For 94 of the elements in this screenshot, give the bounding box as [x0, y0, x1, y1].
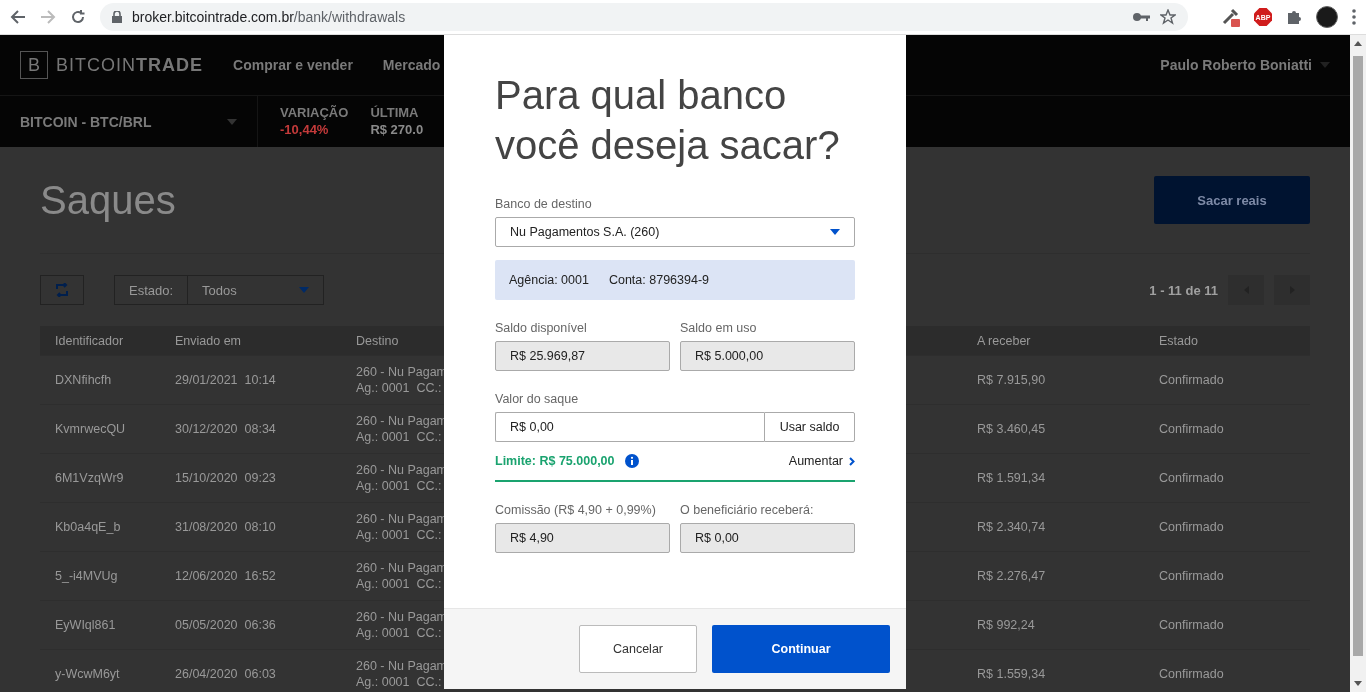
caret-icon — [299, 287, 309, 293]
field-label: Comissão (R$ 4,90 + 0,99%) — [495, 503, 657, 517]
table-cell: Confirmado — [1159, 422, 1224, 436]
nav-link[interactable]: Comprar e vender — [233, 57, 353, 73]
scrollbar[interactable] — [1350, 35, 1366, 692]
limit-text: Limite: R$ 75.000,00 — [495, 454, 615, 468]
withdraw-button[interactable]: Sacar reais — [1154, 176, 1310, 224]
table-cell: Ag.: 0001 CC.: — [356, 626, 442, 640]
table-cell: R$ 2.276,47 — [977, 569, 1046, 583]
status-filter[interactable]: Estado: Todos — [114, 275, 324, 305]
field-label: O beneficiário receberá: — [680, 503, 815, 517]
readonly-field: R$ 5.000,00 — [680, 341, 855, 371]
column-header: Destino — [356, 333, 399, 348]
dialog-title: Para qual banco você deseja sacar? — [495, 72, 841, 169]
table-cell: 26/04/2020 06:03 — [175, 667, 276, 681]
table-cell: 15/10/2020 09:23 — [175, 471, 276, 485]
stat-value: R$ 270.0 — [370, 122, 424, 137]
amount-field[interactable]: R$ 0,00 — [495, 412, 764, 442]
page-title: Saques — [40, 177, 176, 223]
chevron-right-icon — [849, 456, 855, 466]
table-cell: Ag.: 0001 CC.: — [356, 675, 442, 689]
table-cell: Ag.: 0001 CC.: — [356, 430, 442, 444]
continue-button[interactable]: Continuar — [712, 625, 890, 673]
table-cell: Ag.: 0001 CC.: — [356, 528, 442, 542]
table-cell: Confirmado — [1159, 667, 1224, 681]
caret-icon — [1320, 62, 1330, 68]
increase-link[interactable]: Aumentar — [788, 454, 855, 468]
readonly-field: R$ 25.969,87 — [495, 341, 670, 371]
table-cell: Confirmado — [1159, 471, 1224, 485]
table-cell: Ag.: 0001 CC.: — [356, 577, 442, 591]
column-header: Estado — [1159, 333, 1198, 348]
table-cell: 31/08/2020 08:10 — [175, 520, 276, 534]
table-cell: 5_-i4MVUg — [55, 569, 118, 583]
cancel-button[interactable]: Cancelar — [579, 625, 697, 673]
table-cell: Confirmado — [1159, 373, 1224, 387]
table-cell: Confirmado — [1159, 618, 1224, 632]
table-cell: Ag.: 0001 CC.: — [356, 479, 442, 493]
column-header: Identificador — [55, 333, 124, 348]
stat-value: -10,44% — [280, 122, 330, 137]
pagination-text: 1 - 11 de 11 — [1149, 282, 1218, 298]
brand-name: BITCOINTRADE — [56, 54, 203, 76]
address-bar[interactable]: broker.bitcointrade.com.br/bank/withdrawals — [100, 3, 1188, 31]
table-cell: y-WcwM6yt — [55, 667, 120, 681]
scroll-up-icon[interactable] — [1354, 41, 1362, 46]
logo-mark: B — [20, 51, 48, 79]
caret-icon — [227, 118, 237, 125]
stat-label: ÚLTIMA — [370, 105, 420, 120]
avatar[interactable] — [1316, 6, 1338, 28]
table-cell: Confirmado — [1159, 520, 1224, 534]
url-text: broker.bitcointrade.com.br/bank/withdrawals — [132, 9, 406, 25]
table-cell: EyWIql861 — [55, 618, 116, 632]
table-cell: R$ 2.340,74 — [977, 520, 1046, 534]
menu-icon[interactable] — [1352, 9, 1356, 25]
table-cell: Kb0a4qE_b — [55, 520, 121, 534]
puzzle-icon[interactable] — [1286, 9, 1302, 25]
refresh-icon — [55, 283, 69, 297]
table-cell: 05/05/2020 06:36 — [175, 618, 276, 632]
column-header: A receber — [977, 333, 1031, 348]
account-text: Conta: 8796394-9 — [608, 273, 710, 287]
back-icon[interactable] — [10, 9, 26, 25]
table-cell: 12/06/2020 16:52 — [175, 569, 276, 583]
market-pair[interactable]: BITCOIN - BTC/BRL — [20, 113, 152, 130]
table-cell: 29/01/2021 10:14 — [175, 373, 276, 387]
star-icon[interactable] — [1160, 9, 1176, 25]
column-header: Enviado em — [175, 333, 241, 348]
table-cell: 6M1VzqWr9 — [55, 471, 124, 485]
field-label: Valor do saque — [495, 392, 580, 406]
readonly-field: R$ 4,90 — [495, 523, 670, 553]
field-label: Saldo disponível — [495, 321, 588, 335]
reload-icon[interactable] — [70, 9, 86, 25]
table-cell: 30/12/2020 08:34 — [175, 422, 276, 436]
readonly-field: R$ 0,00 — [680, 523, 855, 553]
use-balance-button[interactable]: Usar saldo — [764, 412, 855, 442]
table-cell: R$ 3.460,45 — [977, 422, 1046, 436]
table-cell: DXNfihcfh — [55, 373, 112, 387]
field-label: Saldo em uso — [680, 321, 758, 335]
user-name[interactable]: Paulo Roberto Boniatti — [1160, 57, 1312, 73]
table-cell: Ag.: 0001 CC.: — [356, 381, 442, 395]
bank-select[interactable]: Nu Pagamentos S.A. (260) — [495, 217, 855, 247]
scroll-down-icon[interactable] — [1354, 681, 1362, 686]
nav-link[interactable]: Mercado — [382, 57, 441, 73]
agency-text: Agência: 0001 — [509, 273, 589, 287]
key-icon[interactable] — [1132, 12, 1150, 22]
table-cell: KvmrwecQU — [55, 422, 126, 436]
stat-label: VARIAÇÃO — [280, 105, 349, 120]
table-cell: R$ 7.915,90 — [977, 373, 1046, 387]
lock-icon — [112, 11, 122, 23]
table-cell: Confirmado — [1159, 569, 1224, 583]
field-label: Banco de destino — [495, 197, 593, 211]
table-cell: R$ 1.591,34 — [977, 471, 1046, 485]
info-icon[interactable] — [624, 454, 639, 468]
caret-icon — [830, 229, 840, 235]
table-cell: R$ 992,24 — [977, 618, 1035, 632]
table-cell: R$ 1.559,34 — [977, 667, 1046, 681]
